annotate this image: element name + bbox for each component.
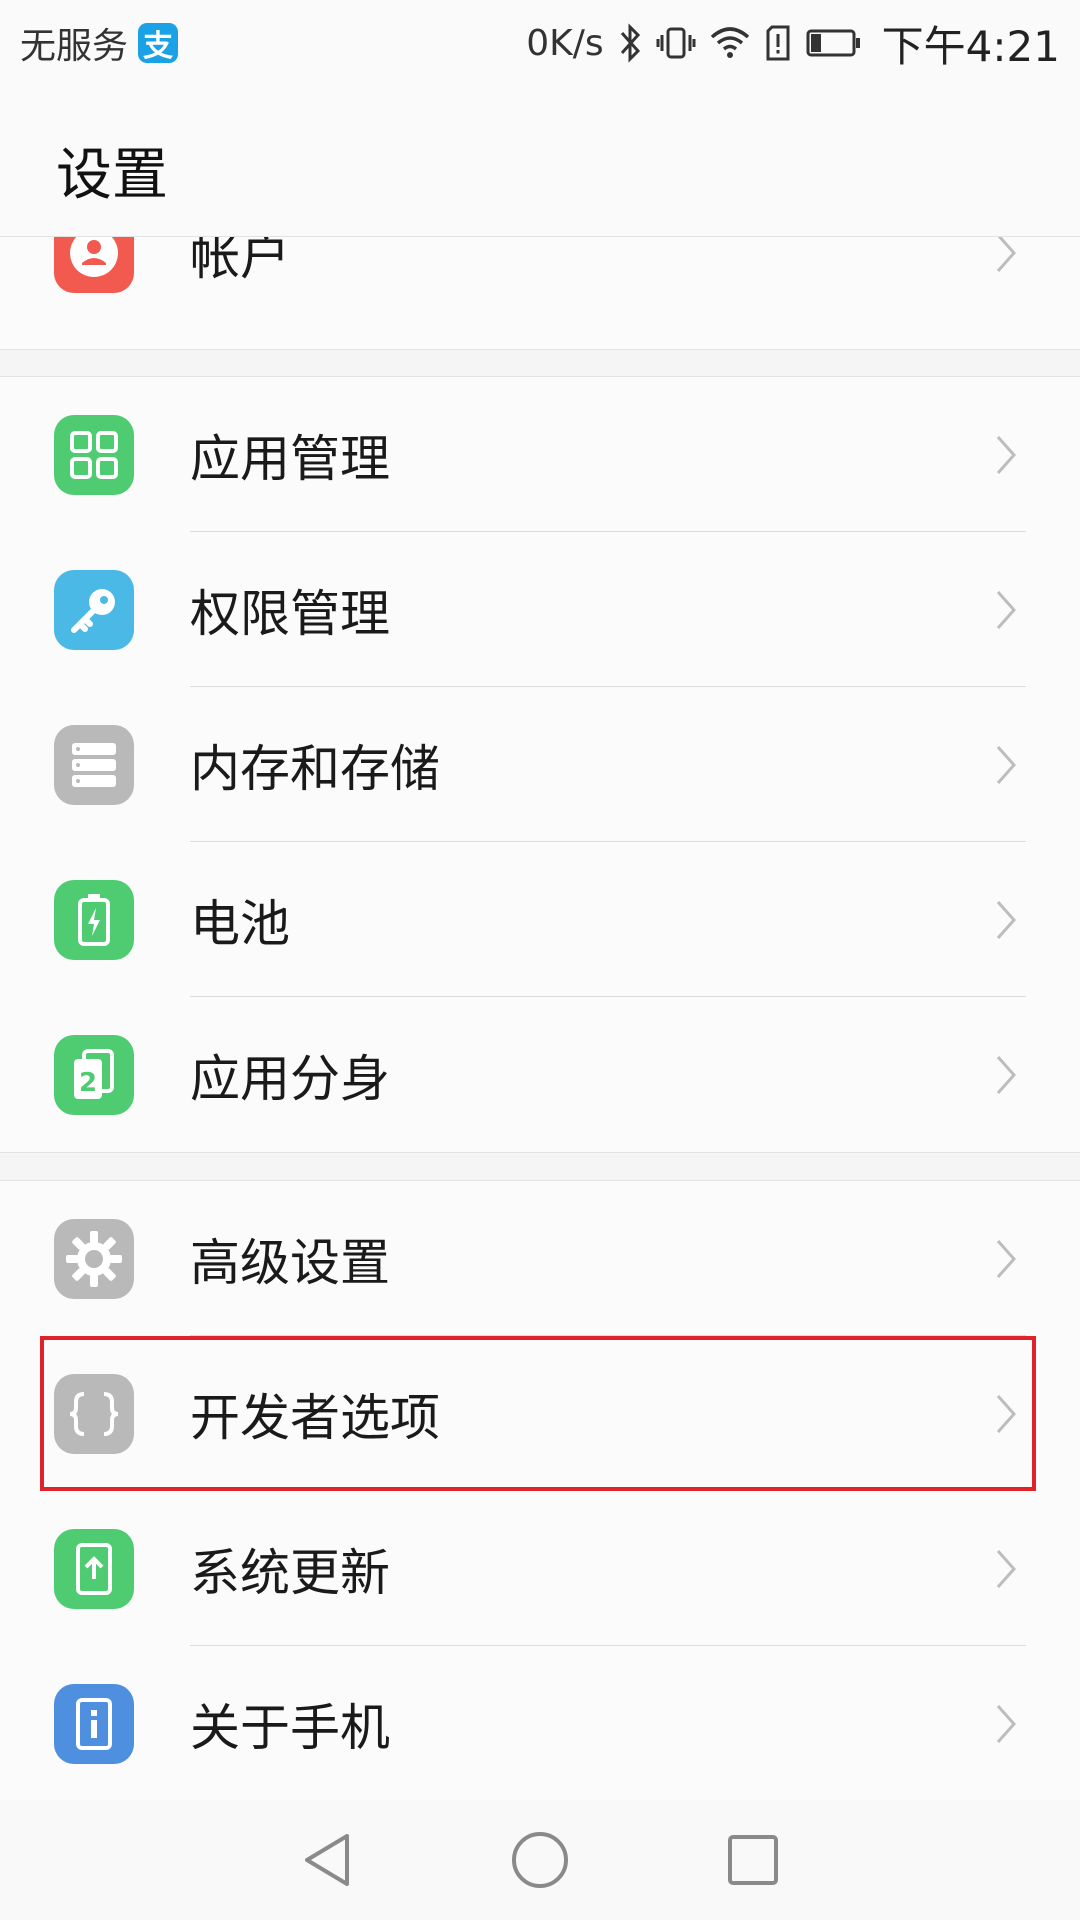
settings-item-label: 开发者选项 bbox=[190, 1388, 440, 1447]
account-icon bbox=[54, 237, 134, 293]
system-update-icon bbox=[54, 1528, 134, 1609]
settings-item-label: 内存和存储 bbox=[190, 739, 440, 798]
chevron-right-icon bbox=[986, 580, 1026, 640]
battery-icon bbox=[54, 879, 134, 960]
braces-icon bbox=[54, 1373, 134, 1454]
chevron-right-icon bbox=[986, 1229, 1026, 1289]
vibrate-icon bbox=[656, 21, 696, 65]
settings-item-label: 帐户 bbox=[190, 236, 290, 286]
settings-item-permissions[interactable]: 权限管理 bbox=[0, 532, 1080, 687]
settings-group-account: 帐户 bbox=[0, 236, 1080, 350]
settings-item-label: 系统更新 bbox=[190, 1543, 390, 1602]
apps-grid-icon bbox=[54, 414, 134, 495]
chevron-right-icon bbox=[986, 1694, 1026, 1754]
settings-item-label: 电池 bbox=[190, 894, 290, 953]
settings-item-system-update[interactable]: 系统更新 bbox=[0, 1491, 1080, 1646]
chevron-right-icon bbox=[986, 1539, 1026, 1599]
bluetooth-icon bbox=[618, 21, 642, 65]
settings-item-developer-options[interactable]: 开发者选项 bbox=[0, 1336, 1080, 1491]
svg-text:2: 2 bbox=[79, 1068, 97, 1098]
chevron-right-icon bbox=[986, 1384, 1026, 1444]
info-icon bbox=[54, 1683, 134, 1764]
settings-item-app-management[interactable]: 应用管理 bbox=[0, 377, 1080, 532]
settings-item-label: 高级设置 bbox=[190, 1233, 390, 1292]
chevron-right-icon bbox=[986, 425, 1026, 485]
alipay-icon: 支 bbox=[138, 23, 179, 64]
wifi-icon bbox=[710, 21, 750, 65]
settings-item-about-phone[interactable]: 关于手机 bbox=[0, 1646, 1080, 1801]
settings-item-account[interactable]: 帐户 bbox=[0, 236, 1080, 330]
settings-item-label: 应用分身 bbox=[190, 1049, 390, 1108]
chevron-right-icon bbox=[986, 237, 1026, 283]
settings-group-apps: 应用管理 权限管理 内存和存储 电池 2 应用分身 bbox=[0, 376, 1080, 1153]
settings-item-storage[interactable]: 内存和存储 bbox=[0, 687, 1080, 842]
net-speed: 0K/s bbox=[526, 22, 604, 64]
chevron-right-icon bbox=[986, 1045, 1026, 1105]
page-header: 设置 bbox=[0, 86, 1080, 236]
carrier-text: 无服务 bbox=[20, 26, 129, 67]
key-icon bbox=[54, 569, 134, 650]
home-circle-icon[interactable] bbox=[505, 1825, 575, 1895]
app-twin-icon: 2 bbox=[54, 1034, 134, 1115]
battery-status-icon bbox=[806, 21, 862, 65]
chevron-right-icon bbox=[986, 890, 1026, 950]
page-title: 设置 bbox=[56, 143, 168, 208]
back-triangle-icon[interactable] bbox=[292, 1825, 362, 1895]
recents-square-icon[interactable] bbox=[718, 1825, 788, 1895]
settings-item-advanced[interactable]: 高级设置 bbox=[0, 1181, 1080, 1336]
settings-item-label: 应用管理 bbox=[190, 429, 390, 488]
settings-item-label: 关于手机 bbox=[190, 1698, 390, 1757]
navigation-bar bbox=[0, 1800, 1080, 1920]
settings-item-label: 权限管理 bbox=[190, 584, 390, 643]
settings-item-battery[interactable]: 电池 bbox=[0, 842, 1080, 997]
status-bar: 无服务 支 0K/s 下午4:21 bbox=[0, 0, 1080, 86]
settings-item-app-twin[interactable]: 2 应用分身 bbox=[0, 997, 1080, 1152]
sim-alert-icon bbox=[764, 21, 792, 65]
chevron-right-icon bbox=[986, 735, 1026, 795]
clock: 下午4:21 bbox=[881, 21, 1060, 71]
gear-icon bbox=[54, 1218, 134, 1299]
storage-icon bbox=[54, 724, 134, 805]
settings-group-system: 高级设置 开发者选项 系统更新 关于手机 bbox=[0, 1180, 1080, 1802]
